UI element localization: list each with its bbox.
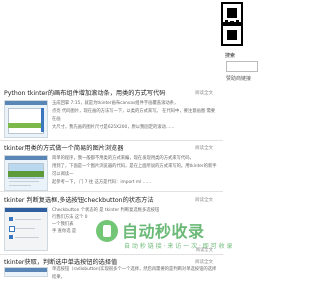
- thumbnail-window-bar: [5, 101, 47, 105]
- qr-code-image: [221, 2, 243, 46]
- search-label: 搜索: [225, 53, 236, 59]
- excerpt-line: 一个我们表: [52, 222, 74, 227]
- article-thumbnail[interactable]: [4, 155, 48, 191]
- excerpt-line: 手 查你选 是: [52, 229, 77, 234]
- thumbnail-checkbox: [9, 217, 13, 221]
- excerpt-line: 大尺寸，我先画的图片尺寸是625X200，原以我固定的滚动……: [52, 125, 175, 130]
- popular-label[interactable]: 赞助商链接: [226, 75, 251, 82]
- article-excerpt: Checkbutton 个状态的 是 tkinter 判断复选框多选按钮 行我们…: [52, 207, 217, 235]
- list-item: Python tkinter的画布组件增加滚动条，用类的方式写代码 阅读全文 玉…: [0, 88, 223, 146]
- article-title-link[interactable]: Python tkinter的画布组件增加滚动条，用类的方式写代码: [4, 88, 165, 97]
- divider: [0, 254, 223, 255]
- article-thumbnail[interactable]: [4, 267, 48, 277]
- thumbnail-window-bar: [5, 156, 47, 160]
- thumbnail-window-bar: [5, 268, 47, 272]
- article-meta[interactable]: 阅读全文: [195, 145, 213, 151]
- article-excerpt: 玉成回掌 7:15，就是为tkinter画布canvas组件字画覆盖滚动条， 点…: [52, 100, 217, 132]
- thumbnail-landscape: [8, 171, 44, 177]
- article-thumbnail[interactable]: [4, 100, 48, 138]
- thumbnail-pane: [8, 108, 44, 134]
- article-thumbnail[interactable]: [4, 207, 48, 251]
- excerpt-line: 用到了，下面是一个图片浏览器的代码，是在上面所说的方式来写的。用tkinter的…: [52, 164, 217, 177]
- thumbnail-window-bar: [5, 208, 47, 212]
- thumbnail-checkbox: [9, 235, 13, 239]
- thumbnail-line: [15, 219, 41, 220]
- excerpt-line: Checkbutton 个状态的 是 tkinter 判断复选框多选按钮: [52, 208, 160, 213]
- article-list: Python tkinter的画布组件增加滚动条，用类的方式写代码 阅读全文 玉…: [0, 0, 223, 280]
- thumbnail-scrollbar: [41, 108, 44, 132]
- article-excerpt: 单选按钮（radiobutton)实现很多个一个选择，然后再需要的是判断对单选按…: [52, 266, 217, 282]
- divider: [0, 140, 223, 141]
- article-meta[interactable]: 阅读全文: [195, 90, 213, 96]
- thumbnail-line: [9, 181, 39, 182]
- article-meta[interactable]: 阅读全文: [195, 197, 213, 203]
- thumbnail-landscape: [8, 123, 44, 128]
- thumbnail-line: [15, 228, 35, 229]
- article-title-link[interactable]: tkinter用类的方式做一个简易的图片浏览器: [4, 143, 123, 152]
- list-item: tkinter获取，判断选中单选按钮的选择值 阅读全文 单选按钮（radiobu…: [0, 257, 223, 280]
- read-more-link[interactable]: 阅读全文: [196, 247, 213, 253]
- excerpt-line: 点亮 代码图片，现在画的方法写一下，以类的方式来写。 在代码中，要注意画图 需要…: [52, 109, 216, 122]
- qr-module: [225, 20, 228, 23]
- divider: [0, 191, 223, 192]
- thumbnail-line: [9, 185, 31, 186]
- excerpt-line: 单选按钮（radiobutton)实现很多个一个选择，然后再需要的是判断对单选按…: [52, 267, 217, 280]
- list-item: tkinter用类的方式做一个简易的图片浏览器 阅读全文 简单的程序，我一般都不…: [0, 143, 223, 196]
- qr-finder: [221, 24, 243, 46]
- article-excerpt: 简单的程序，我一般都不用类的方式来编，现在发现用类的方式来写代码， 用到了，下面…: [52, 155, 217, 187]
- article-meta[interactable]: 阅读全文: [195, 259, 213, 265]
- qr-module: [230, 21, 234, 23]
- thumbnail-checkbox: [9, 226, 15, 232]
- article-title-link[interactable]: tkinter 判断复选框,多选按钮checkbutton的状态方法: [4, 195, 154, 204]
- list-item: tkinter 判断复选框,多选按钮checkbutton的状态方法 阅读全文 …: [0, 195, 223, 255]
- excerpt-line: 玉成回掌 7:15，就是为tkinter画布canvas组件字画覆盖滚动条，: [52, 101, 179, 106]
- thumbnail-line: [15, 237, 39, 238]
- qr-module: [236, 20, 239, 23]
- search-input[interactable]: [226, 61, 258, 72]
- article-title-link[interactable]: tkinter获取，判断选中单选按钮的选择值: [4, 257, 117, 266]
- excerpt-line: 简单的程序，我一般都不用类的方式来编，现在发现用类的方式来写代码，: [52, 156, 194, 161]
- excerpt-line: 起参考一下， 门 7 往 这方是代码：import ml ……: [52, 180, 152, 185]
- excerpt-line: 行我们方法 这个 0: [52, 215, 88, 220]
